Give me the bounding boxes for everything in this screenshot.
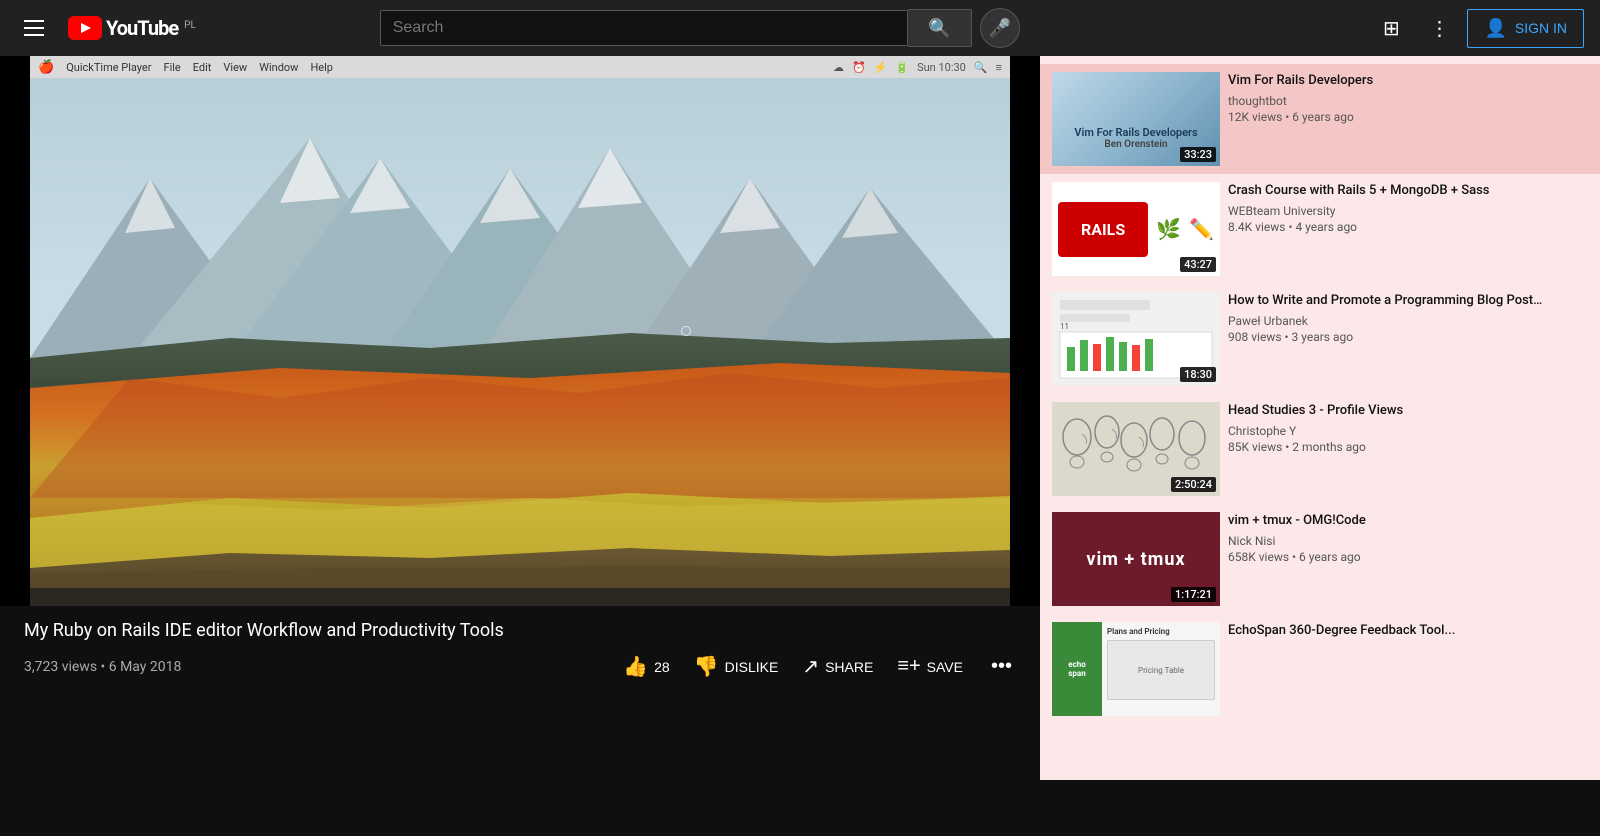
- dislike-label: DISLIKE: [725, 659, 779, 675]
- mac-menu-file: File: [164, 61, 181, 74]
- black-bar-left: [0, 56, 30, 606]
- apple-icon: 🍎: [38, 60, 54, 75]
- main-content: 🍎 QuickTime Player File Edit View Window…: [0, 56, 1600, 780]
- sidebar-item-vim-tmux[interactable]: vim + tmux 1:17:21 vim + tmux - OMG!Code…: [1040, 504, 1600, 614]
- sidebar-title-echospan: EchoSpan 360-Degree Feedback Tool...: [1228, 622, 1588, 640]
- sidebar: Vim For Rails Developers Ben Orenstein 3…: [1040, 56, 1600, 780]
- logo-badge: PL: [184, 20, 196, 31]
- sidebar-channel-head-studies: Christophe Y: [1228, 424, 1588, 438]
- person-icon: 👤: [1484, 18, 1506, 39]
- video-landscape: [30, 78, 1010, 606]
- video-meta-row: 3,723 views • 6 May 2018 👍 28 👎 DISLIKE …: [24, 651, 1016, 682]
- mac-menubar: 🍎 QuickTime Player File Edit View Window…: [30, 56, 1010, 78]
- save-label: SAVE: [927, 659, 963, 675]
- thumbnail-blog: 11 18:30: [1052, 292, 1220, 386]
- sidebar-text-rails5: Crash Course with Rails 5 + MongoDB + Sa…: [1228, 182, 1588, 276]
- sign-in-button[interactable]: 👤 SIGN IN: [1467, 9, 1584, 48]
- rails-logo: RAILS: [1058, 202, 1148, 257]
- share-label: SHARE: [825, 659, 873, 675]
- thumbnail-rails5: RAILS 🌿 ✏️ 43:27: [1052, 182, 1220, 276]
- share-icon: ↗: [802, 654, 819, 679]
- video-stats: 3,723 views • 6 May 2018: [24, 659, 181, 675]
- sidebar-channel-blog: Paweł Urbanek: [1228, 314, 1588, 328]
- sidebar-title-vim-rails: Vim For Rails Developers: [1228, 72, 1588, 90]
- save-button[interactable]: ≡+ SAVE: [897, 655, 963, 678]
- sidebar-channel-vim-tmux: Nick Nisi: [1228, 534, 1588, 548]
- video-title: My Ruby on Rails IDE editor Workflow and…: [24, 618, 1016, 643]
- sidebar-channel-rails5: WEBteam University: [1228, 204, 1588, 218]
- video-info: My Ruby on Rails IDE editor Workflow and…: [0, 606, 1040, 694]
- sidebar-meta-vim-tmux: 658K views • 6 years ago: [1228, 550, 1588, 564]
- grid-icon: ⊞: [1383, 16, 1400, 41]
- video-area: 🍎 QuickTime Player File Edit View Window…: [0, 56, 1040, 780]
- thumbnail-vim-tmux: vim + tmux 1:17:21: [1052, 512, 1220, 606]
- sidebar-title-head-studies: Head Studies 3 - Profile Views: [1228, 402, 1588, 420]
- mac-menu-window: Window: [259, 61, 298, 74]
- sidebar-item-blog[interactable]: 11 18:30 How to Write and Promote a Prog…: [1040, 284, 1600, 394]
- like-count: 28: [654, 659, 670, 675]
- sidebar-item-vim-rails[interactable]: Vim For Rails Developers Ben Orenstein 3…: [1040, 64, 1600, 174]
- dislike-button[interactable]: 👎 DISLIKE: [694, 654, 779, 679]
- search-button[interactable]: 🔍: [908, 9, 972, 47]
- more-options-button[interactable]: ⋮: [1419, 8, 1459, 48]
- sidebar-meta-head-studies: 85K views • 2 months ago: [1228, 440, 1588, 454]
- sidebar-item-head-studies[interactable]: 2:50:24 Head Studies 3 - Profile Views C…: [1040, 394, 1600, 504]
- more-dots-icon: •••: [991, 655, 1012, 677]
- search-input[interactable]: [381, 11, 907, 45]
- hamburger-menu[interactable]: [16, 12, 52, 44]
- cursor: [681, 326, 691, 336]
- share-button[interactable]: ↗ SHARE: [802, 654, 873, 679]
- save-icon: ≡+: [897, 655, 920, 678]
- like-button[interactable]: 👍 28: [623, 654, 669, 679]
- sidebar-text-vim-tmux: vim + tmux - OMG!Code Nick Nisi 658K vie…: [1228, 512, 1588, 606]
- svg-text:11: 11: [1060, 322, 1069, 331]
- header: YouTube PL 🔍 🎤 ⊞ ⋮ 👤 SIGN IN: [0, 0, 1600, 56]
- thumbnail-echospan: echospan Plans and Pricing Pricing Table: [1052, 622, 1220, 716]
- header-right: ⊞ ⋮ 👤 SIGN IN: [1371, 8, 1584, 48]
- dislike-icon: 👎: [694, 654, 719, 679]
- sidebar-text-head-studies: Head Studies 3 - Profile Views Christoph…: [1228, 402, 1588, 496]
- more-actions-button[interactable]: •••: [987, 651, 1016, 682]
- duration-vim-rails: 33:23: [1180, 147, 1216, 162]
- mac-status-bar: ☁⏰⚡🔋Sun 10:30🔍≡: [833, 61, 1002, 74]
- search-icon: 🔍: [928, 18, 950, 39]
- sidebar-meta-vim-rails: 12K views • 6 years ago: [1228, 110, 1588, 124]
- sidebar-meta-blog: 908 views • 3 years ago: [1228, 330, 1588, 344]
- video-actions: 👍 28 👎 DISLIKE ↗ SHARE ≡+ SAVE: [623, 651, 1016, 682]
- duration-vim-tmux: 1:17:21: [1171, 587, 1216, 602]
- sidebar-text-echospan: EchoSpan 360-Degree Feedback Tool...: [1228, 622, 1588, 716]
- duration-head-studies: 2:50:24: [1171, 477, 1216, 492]
- duration-blog: 18:30: [1180, 367, 1216, 382]
- youtube-logo[interactable]: YouTube PL: [68, 16, 196, 40]
- thumbnail-head-studies: 2:50:24: [1052, 402, 1220, 496]
- sidebar-channel-vim-rails: thoughtbot: [1228, 94, 1588, 108]
- grid-button[interactable]: ⊞: [1371, 8, 1411, 48]
- sidebar-title-vim-tmux: vim + tmux - OMG!Code: [1228, 512, 1588, 530]
- sign-in-label: SIGN IN: [1515, 20, 1567, 36]
- mac-menu-quicktime: QuickTime Player: [66, 61, 151, 74]
- header-left: YouTube PL: [16, 12, 196, 44]
- sidebar-text-vim-rails: Vim For Rails Developers thoughtbot 12K …: [1228, 72, 1588, 166]
- logo-text: YouTube: [106, 16, 178, 40]
- more-icon: ⋮: [1429, 16, 1449, 41]
- sidebar-item-rails5[interactable]: RAILS 🌿 ✏️ 43:27 Crash Course with Rails…: [1040, 174, 1600, 284]
- mac-menu-edit: Edit: [193, 61, 212, 74]
- mac-menu-view: View: [223, 61, 247, 74]
- mac-menu-help: Help: [310, 61, 333, 74]
- sidebar-text-blog: How to Write and Promote a Programming B…: [1228, 292, 1588, 386]
- mic-icon: 🎤: [989, 18, 1011, 39]
- youtube-logo-icon: [68, 16, 102, 40]
- mic-button[interactable]: 🎤: [980, 8, 1020, 48]
- duration-rails5: 43:27: [1180, 257, 1216, 272]
- thumbnail-vim-rails: Vim For Rails Developers Ben Orenstein 3…: [1052, 72, 1220, 166]
- video-player[interactable]: 🍎 QuickTime Player File Edit View Window…: [0, 56, 1040, 606]
- search-bar: 🔍 🎤: [380, 8, 1020, 48]
- sidebar-item-echospan[interactable]: echospan Plans and Pricing Pricing Table…: [1040, 614, 1600, 724]
- sidebar-meta-rails5: 8.4K views • 4 years ago: [1228, 220, 1588, 234]
- sidebar-title-blog: How to Write and Promote a Programming B…: [1228, 292, 1588, 310]
- like-icon: 👍: [623, 654, 648, 679]
- search-input-wrap: [380, 10, 908, 46]
- sidebar-title-rails5: Crash Course with Rails 5 + MongoDB + Sa…: [1228, 182, 1588, 200]
- black-bar-right: [1010, 56, 1040, 606]
